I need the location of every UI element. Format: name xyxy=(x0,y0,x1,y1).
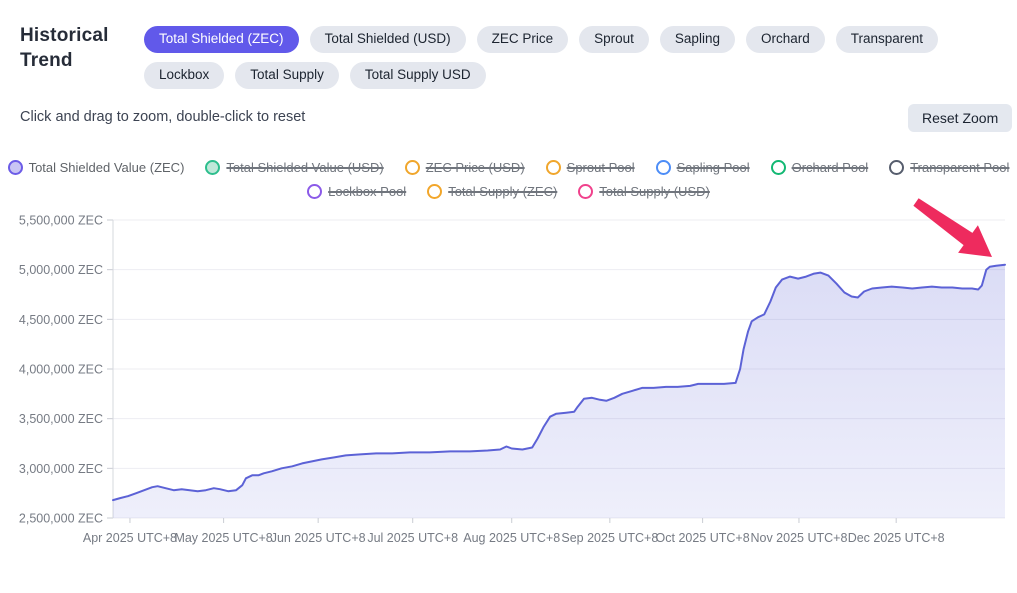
svg-text:Nov 2025 UTC+8: Nov 2025 UTC+8 xyxy=(750,531,847,545)
trend-chart[interactable]: 2,500,000 ZEC 3,000,000 ZEC 3,500,000 ZEC 4… xyxy=(0,0,1017,593)
svg-text:5,000,000 ZEC: 5,000,000 ZEC xyxy=(19,263,103,277)
svg-text:Aug 2025 UTC+8: Aug 2025 UTC+8 xyxy=(463,531,560,545)
annotation-arrow xyxy=(913,198,992,257)
svg-text:Jul 2025 UTC+8: Jul 2025 UTC+8 xyxy=(367,531,458,545)
y-axis-labels: 2,500,000 ZEC 3,000,000 ZEC 3,500,000 ZEC 4… xyxy=(19,214,103,526)
historical-trend-panel: Historical Trend Total Shielded (ZEC)Tot… xyxy=(0,0,1017,593)
svg-text:Apr 2025 UTC+8: Apr 2025 UTC+8 xyxy=(83,531,177,545)
svg-text:2,500,000 ZEC: 2,500,000 ZEC xyxy=(19,512,103,526)
svg-text:May 2025 UTC+8: May 2025 UTC+8 xyxy=(174,531,272,545)
x-axis-labels: Apr 2025 UTC+8May 2025 UTC+8Jun 2025 UTC… xyxy=(83,531,945,545)
svg-text:Sep 2025 UTC+8: Sep 2025 UTC+8 xyxy=(561,531,658,545)
svg-text:3,500,000 ZEC: 3,500,000 ZEC xyxy=(19,412,103,426)
svg-text:4,000,000 ZEC: 4,000,000 ZEC xyxy=(19,363,103,377)
svg-text:5,500,000 ZEC: 5,500,000 ZEC xyxy=(19,214,103,228)
svg-text:Oct 2025 UTC+8: Oct 2025 UTC+8 xyxy=(656,531,750,545)
svg-text:3,000,000 ZEC: 3,000,000 ZEC xyxy=(19,462,103,476)
svg-text:Dec 2025 UTC+8: Dec 2025 UTC+8 xyxy=(848,531,945,545)
svg-text:Jun 2025 UTC+8: Jun 2025 UTC+8 xyxy=(271,531,366,545)
svg-text:4,500,000 ZEC: 4,500,000 ZEC xyxy=(19,313,103,327)
series-area xyxy=(113,265,1005,518)
